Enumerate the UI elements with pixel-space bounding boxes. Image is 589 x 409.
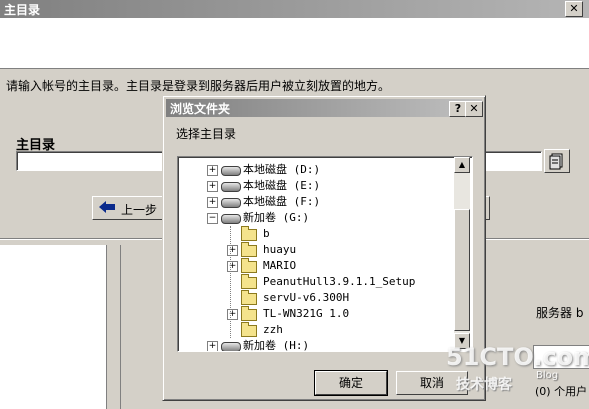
browse-folder-button[interactable] [544, 149, 570, 173]
tree-item[interactable]: b [178, 226, 453, 242]
browse-folder-dialog: 浏览文件夹 ? ✕ 选择主目录 + 本地磁盘 (D:) + 本地磁盘 (E:) + 本地磁… [162, 95, 486, 401]
tree-item[interactable]: zzh [178, 322, 453, 338]
drive-icon [221, 342, 241, 351]
drive-icon [221, 214, 241, 224]
expand-icon[interactable]: + [227, 261, 238, 272]
user-count-status: (0) 个用户 [535, 385, 588, 398]
tree-item-label: b [263, 227, 270, 240]
wizard-header-panel [0, 18, 589, 69]
tree-item-label: huayu [263, 243, 297, 256]
tree-item-label: zzh [263, 323, 283, 336]
tree-item-label: TL-WN321G 1.0 [263, 307, 350, 320]
tree-item[interactable]: + MARIO [178, 258, 453, 274]
wizard-close-button[interactable]: ✕ [565, 1, 583, 17]
drive-icon [221, 198, 241, 208]
tree-item-label: 本地磁盘 (D:) [243, 163, 321, 176]
browse-folder-icon [549, 153, 563, 170]
collapse-icon[interactable]: − [207, 213, 218, 224]
tree-item[interactable]: PeanutHull3.9.1.1_Setup [178, 274, 453, 290]
lower-list-pane [0, 245, 107, 409]
expand-icon[interactable]: + [207, 341, 218, 351]
dialog-close-button[interactable]: ✕ [465, 101, 483, 117]
tree-item-label: PeanutHull3.9.1.1_Setup [263, 275, 416, 288]
tree-item[interactable]: + TL-WN321G 1.0 [178, 306, 453, 322]
folder-icon [241, 290, 257, 305]
server-label: 服务器 b [536, 306, 584, 320]
tree-item-label: 新加卷 (G:) [243, 211, 310, 224]
tree-item-label: servU-v6.300H [263, 291, 350, 304]
expand-icon[interactable]: + [207, 165, 218, 176]
wizard-instruction: 请输入帐号的主目录。主目录是登录到服务器后用户被立刻放置的地方。 [6, 79, 391, 93]
scroll-up-button[interactable]: ▲ [454, 157, 470, 173]
folder-tree[interactable]: + 本地磁盘 (D:) + 本地磁盘 (E:) + 本地磁盘 (F:) − 新加卷 (G:) b… [177, 156, 473, 352]
expand-icon[interactable]: + [207, 197, 218, 208]
tree-item-label: 本地磁盘 (F:) [243, 195, 321, 208]
tree-item[interactable]: + 本地磁盘 (E:) [178, 178, 453, 194]
folder-icon [241, 242, 257, 257]
folder-icon [241, 274, 257, 289]
tree-item-label: 本地磁盘 (E:) [243, 179, 321, 192]
ok-button[interactable]: 确定 [314, 370, 388, 396]
folder-icon [241, 322, 257, 337]
tree-item-label: 新加卷 (H:) [243, 339, 310, 352]
tree-item[interactable]: + 新加卷 (H:) [178, 338, 453, 352]
folder-icon [241, 306, 257, 321]
folder-icon [241, 226, 257, 241]
watermark-blog: 技术博客 [456, 377, 512, 393]
expand-icon[interactable]: + [207, 181, 218, 192]
lower-column-separator [106, 245, 121, 409]
folder-icon [241, 258, 257, 273]
tree-connector-line [230, 226, 231, 338]
tree-item[interactable]: + 本地磁盘 (D:) [178, 162, 453, 178]
scroll-thumb[interactable] [454, 209, 470, 331]
tree-item[interactable]: servU-v6.300H [178, 290, 453, 306]
wizard-title: 主目录 [4, 3, 41, 17]
tree-item-label: MARIO [263, 259, 297, 272]
watermark-site: 51CTO.com [446, 343, 589, 371]
dialog-prompt: 选择主目录 [176, 127, 237, 141]
previous-step-label: 上一步 [121, 203, 158, 217]
arrow-left-icon [99, 201, 115, 213]
wizard-title-bar: 主目录 ✕ [0, 0, 589, 18]
watermark-blog-en: Blog [536, 370, 559, 381]
expand-icon[interactable]: + [227, 245, 238, 256]
drive-icon [221, 166, 241, 176]
tree-vertical-scrollbar[interactable]: ▲ ▼ [454, 157, 470, 349]
drive-icon [221, 182, 241, 192]
dialog-title: 浏览文件夹 [170, 102, 231, 116]
expand-icon[interactable]: + [227, 309, 238, 320]
tree-item[interactable]: + 本地磁盘 (F:) [178, 194, 453, 210]
dialog-title-bar: 浏览文件夹 ? ✕ [166, 99, 483, 117]
tree-item[interactable]: − 新加卷 (G:) [178, 210, 453, 226]
tree-item[interactable]: + huayu [178, 242, 453, 258]
